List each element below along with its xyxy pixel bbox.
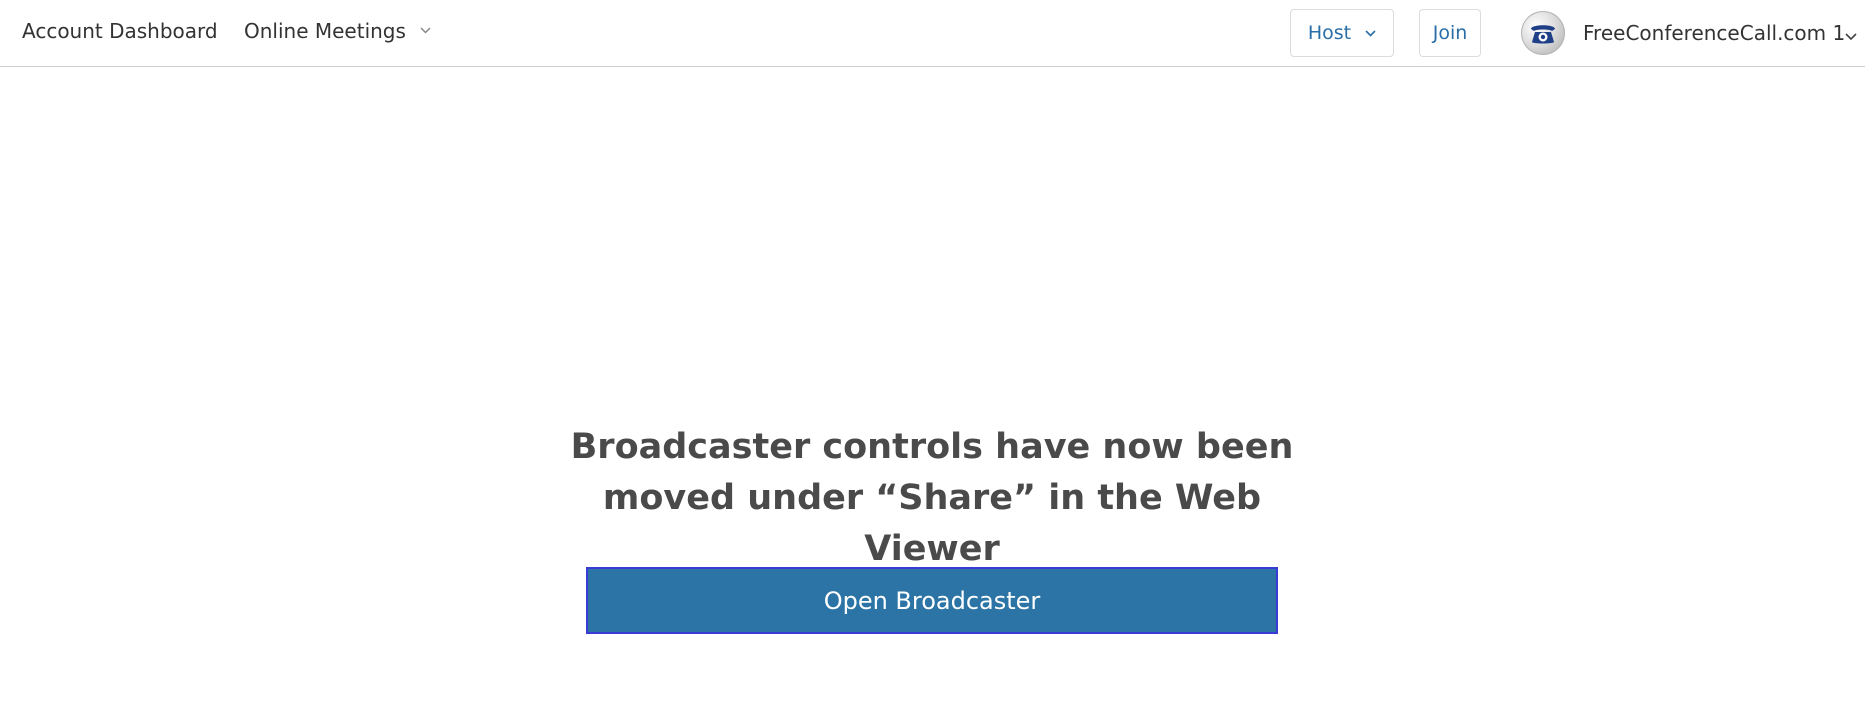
chevron-down-icon bbox=[1365, 29, 1376, 37]
page-headline: Broadcaster controls have now been moved… bbox=[532, 422, 1332, 575]
account-menu[interactable]: FreeConferenceCall.com 1 bbox=[1521, 11, 1845, 55]
headline-line-1: Broadcaster controls have now been bbox=[570, 427, 1294, 467]
open-broadcaster-button[interactable]: Open Broadcaster bbox=[586, 567, 1278, 634]
nav-online-meetings[interactable]: Online Meetings bbox=[244, 19, 431, 43]
headline-line-2: moved under “Share” in the Web Viewer bbox=[602, 478, 1262, 569]
account-name: FreeConferenceCall.com 1 bbox=[1583, 21, 1846, 45]
nav-account-dashboard[interactable]: Account Dashboard bbox=[22, 19, 218, 43]
nav-online-meetings-label: Online Meetings bbox=[244, 19, 406, 43]
telephone-icon bbox=[1521, 11, 1565, 55]
join-button[interactable]: Join bbox=[1419, 9, 1481, 57]
chevron-down-icon[interactable] bbox=[1845, 26, 1857, 45]
host-dropdown-button[interactable]: Host bbox=[1290, 9, 1394, 57]
chevron-down-icon bbox=[420, 27, 431, 34]
top-navigation-bar: Account Dashboard Online Meetings Host J… bbox=[0, 0, 1865, 67]
host-button-label: Host bbox=[1307, 22, 1352, 44]
